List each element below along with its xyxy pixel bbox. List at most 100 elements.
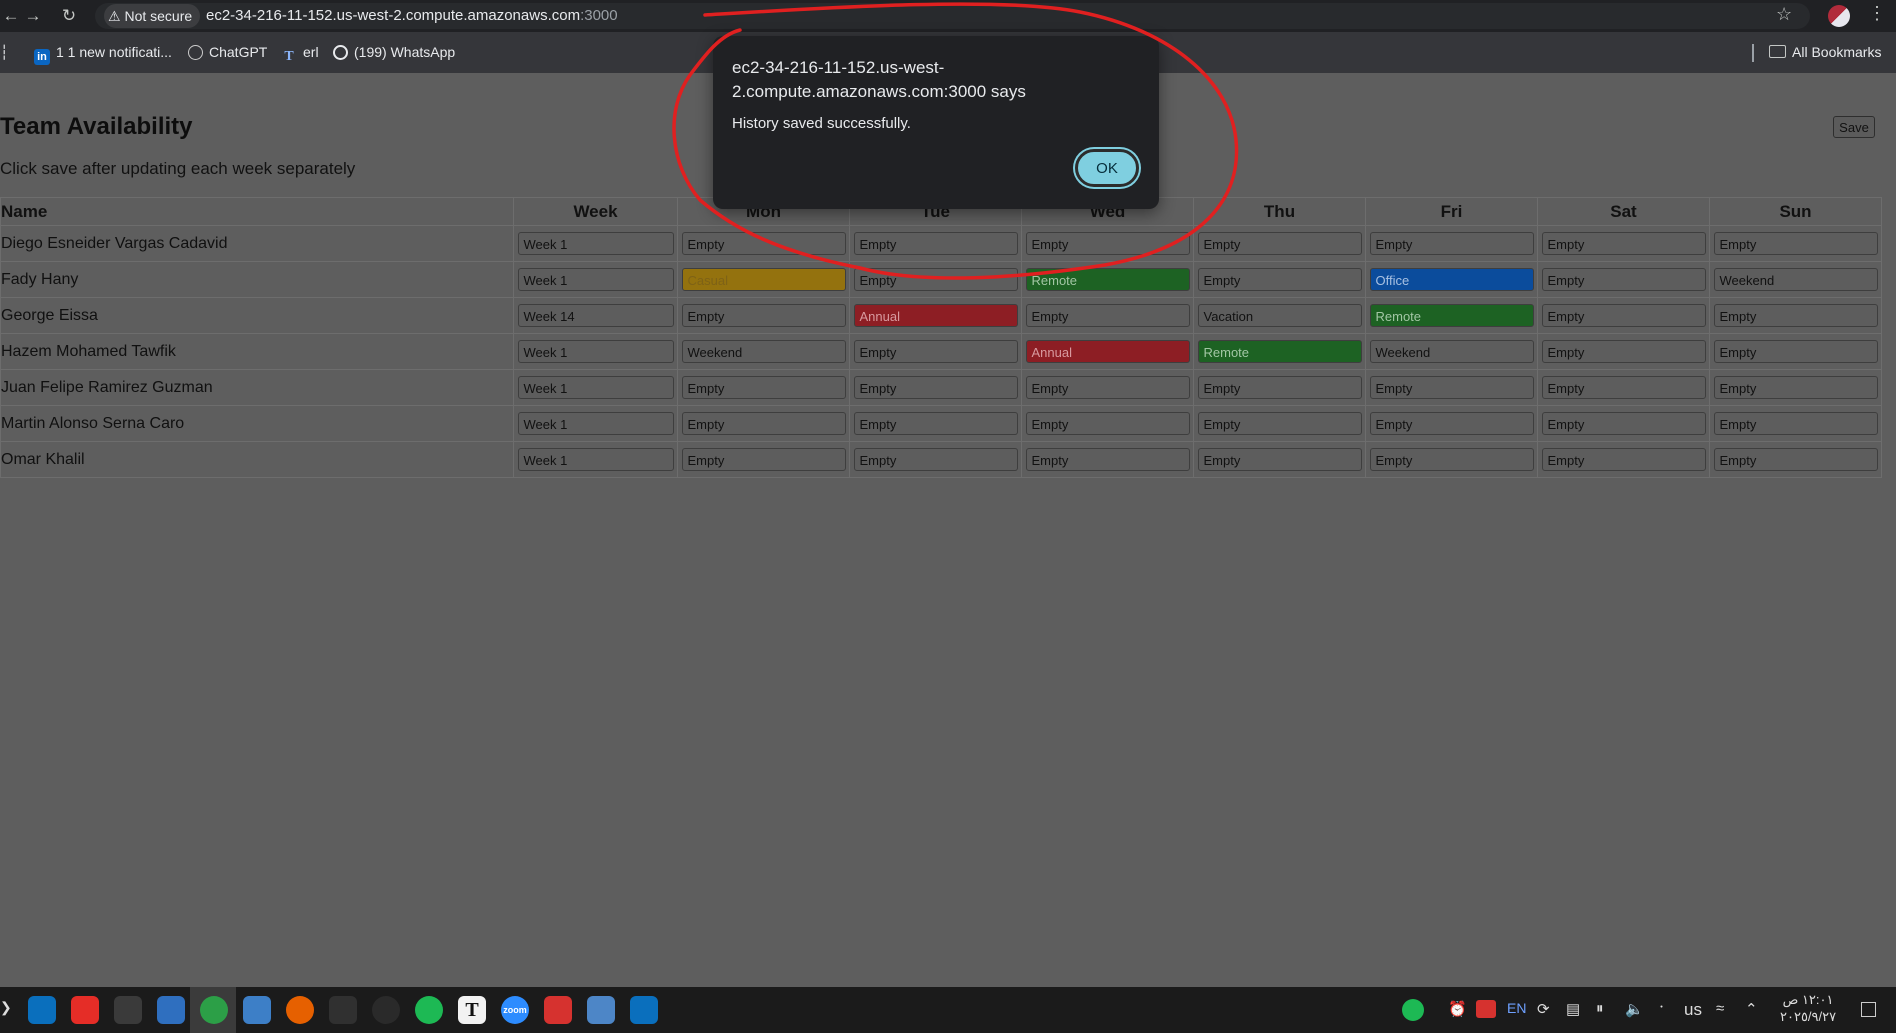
status-select[interactable]: Empty bbox=[1541, 340, 1706, 363]
status-select[interactable]: Empty bbox=[1025, 448, 1190, 471]
status-select[interactable]: Empty bbox=[1541, 448, 1706, 471]
show-desktop-icon[interactable] bbox=[1861, 1002, 1876, 1017]
anydesk-tray-icon[interactable] bbox=[1476, 1000, 1496, 1018]
status-select[interactable]: Weekend bbox=[1369, 340, 1534, 363]
apps-grid-icon[interactable]: ┆ bbox=[0, 44, 8, 61]
all-bookmarks-button[interactable]: All Bookmarks bbox=[1769, 44, 1881, 60]
taskbar-app-software-store[interactable] bbox=[147, 987, 193, 1033]
week-select[interactable]: Week 1 bbox=[517, 376, 674, 399]
status-select[interactable]: Empty bbox=[1197, 376, 1362, 399]
status-select[interactable]: Empty bbox=[1713, 340, 1878, 363]
wifi-icon[interactable]: ≈ bbox=[1716, 1000, 1724, 1017]
status-select[interactable]: Empty bbox=[1713, 232, 1878, 255]
reload-icon[interactable]: ↻ bbox=[58, 5, 80, 27]
status-select[interactable]: Empty bbox=[681, 412, 846, 435]
status-select[interactable]: Remote bbox=[1025, 268, 1190, 291]
taskbar-app-youtube[interactable] bbox=[61, 987, 107, 1033]
chevron-up-icon[interactable]: ⌃ bbox=[1745, 1000, 1758, 1018]
taskbar-app-obs[interactable] bbox=[362, 987, 408, 1033]
pause-icon[interactable]: ⏸ bbox=[1596, 1000, 1604, 1017]
status-select[interactable]: Empty bbox=[1197, 412, 1362, 435]
taskbar-app-chrome[interactable] bbox=[190, 987, 236, 1033]
taskbar-app-files[interactable] bbox=[233, 987, 279, 1033]
status-select[interactable]: Empty bbox=[1369, 376, 1534, 399]
status-select[interactable]: Empty bbox=[1369, 412, 1534, 435]
clipboard-icon[interactable]: ▤ bbox=[1566, 1000, 1580, 1018]
input-language[interactable]: EN bbox=[1507, 1000, 1526, 1016]
status-select[interactable]: Empty bbox=[1541, 412, 1706, 435]
status-select[interactable]: Empty bbox=[681, 304, 846, 327]
status-select[interactable]: Empty bbox=[1025, 304, 1190, 327]
status-select[interactable]: Office bbox=[1369, 268, 1534, 291]
taskbar-app-vscode[interactable] bbox=[18, 987, 64, 1033]
status-select[interactable]: Empty bbox=[853, 340, 1018, 363]
bookmark-star-icon[interactable]: ☆ bbox=[1776, 4, 1792, 25]
status-select[interactable]: Empty bbox=[1197, 232, 1362, 255]
save-button[interactable]: Save bbox=[1833, 116, 1875, 138]
taskbar-app-settings-sliders[interactable] bbox=[104, 987, 150, 1033]
bookmark-chatgpt[interactable]: ChatGPT bbox=[188, 44, 267, 60]
status-select[interactable]: Vacation bbox=[1197, 304, 1362, 327]
week-select[interactable]: Week 1 bbox=[517, 412, 674, 435]
status-select[interactable]: Weekend bbox=[1713, 268, 1878, 291]
status-select[interactable]: Weekend bbox=[681, 340, 846, 363]
status-select[interactable]: Annual bbox=[1025, 340, 1190, 363]
status-select[interactable]: Empty bbox=[1713, 304, 1878, 327]
spotify-tray-icon[interactable] bbox=[1402, 999, 1424, 1021]
keyboard-layout[interactable]: us bbox=[1684, 1000, 1702, 1020]
taskbar-app-firefox[interactable] bbox=[276, 987, 322, 1033]
taskbar-app-image-viewer[interactable] bbox=[577, 987, 623, 1033]
bluetooth-icon[interactable]: ᛫ bbox=[1657, 1000, 1666, 1017]
browser-menu-icon[interactable]: ⋮ bbox=[1868, 3, 1886, 24]
status-select[interactable]: Empty bbox=[1025, 376, 1190, 399]
clock[interactable]: ١٢:٠١ ص ٢٠٢٥/٩/٢٧ bbox=[1780, 991, 1836, 1025]
status-select[interactable]: Empty bbox=[681, 448, 846, 471]
not-secure-chip[interactable]: ⚠ Not secure bbox=[104, 4, 201, 28]
status-select[interactable]: Remote bbox=[1197, 340, 1362, 363]
forward-arrow-icon[interactable]: → bbox=[22, 5, 44, 27]
taskbar-app-spotify[interactable] bbox=[405, 987, 451, 1033]
status-select[interactable]: Empty bbox=[1369, 448, 1534, 471]
show-apps-icon[interactable]: ❯ bbox=[0, 999, 12, 1016]
status-select[interactable]: Annual bbox=[853, 304, 1018, 327]
status-select[interactable]: Empty bbox=[1025, 412, 1190, 435]
status-select[interactable]: Empty bbox=[853, 376, 1018, 399]
status-select[interactable]: Empty bbox=[1541, 376, 1706, 399]
week-select[interactable]: Week 1 bbox=[517, 340, 674, 363]
bookmark-linkedin[interactable]: in 1 1 new notificati... bbox=[34, 44, 172, 65]
status-select[interactable]: Empty bbox=[853, 412, 1018, 435]
ok-button[interactable]: OK bbox=[1075, 149, 1139, 187]
alarm-icon[interactable]: ⏰ bbox=[1448, 1000, 1467, 1018]
status-select[interactable]: Casual bbox=[681, 268, 846, 291]
url-text[interactable]: ec2-34-216-11-152.us-west-2.compute.amaz… bbox=[206, 7, 618, 24]
status-select[interactable]: Empty bbox=[1369, 232, 1534, 255]
status-select[interactable]: Empty bbox=[853, 232, 1018, 255]
week-select[interactable]: Week 14 bbox=[517, 304, 674, 327]
status-select[interactable]: Empty bbox=[1541, 304, 1706, 327]
status-select[interactable]: Empty bbox=[681, 376, 846, 399]
status-select[interactable]: Empty bbox=[853, 448, 1018, 471]
status-select[interactable]: Empty bbox=[1541, 232, 1706, 255]
week-select[interactable]: Week 1 bbox=[517, 448, 674, 471]
taskbar-app-zoom[interactable]: zoom bbox=[491, 987, 537, 1033]
bookmark-whatsapp[interactable]: (199) WhatsApp bbox=[333, 44, 455, 60]
status-select[interactable]: Empty bbox=[1197, 268, 1362, 291]
week-select[interactable]: Week 1 bbox=[517, 268, 674, 291]
taskbar-app-vscode[interactable] bbox=[620, 987, 666, 1033]
status-select[interactable]: Empty bbox=[1713, 412, 1878, 435]
status-select[interactable]: Empty bbox=[1197, 448, 1362, 471]
status-select[interactable]: Remote bbox=[1369, 304, 1534, 327]
back-arrow-icon[interactable]: ← bbox=[0, 5, 22, 27]
status-select[interactable]: Empty bbox=[1025, 232, 1190, 255]
status-select[interactable]: Empty bbox=[853, 268, 1018, 291]
sync-icon[interactable]: ⟳ bbox=[1537, 1000, 1550, 1018]
taskbar-app-terminal[interactable] bbox=[319, 987, 365, 1033]
week-select[interactable]: Week 1 bbox=[517, 232, 674, 255]
volume-icon[interactable]: 🔈 bbox=[1625, 1000, 1644, 1018]
status-select[interactable]: Empty bbox=[1713, 376, 1878, 399]
status-select[interactable]: Empty bbox=[1541, 268, 1706, 291]
taskbar-app-anydesk[interactable] bbox=[534, 987, 580, 1033]
profile-avatar[interactable] bbox=[1828, 5, 1850, 27]
status-select[interactable]: Empty bbox=[681, 232, 846, 255]
bookmark-erl[interactable]: Terl bbox=[281, 44, 318, 65]
